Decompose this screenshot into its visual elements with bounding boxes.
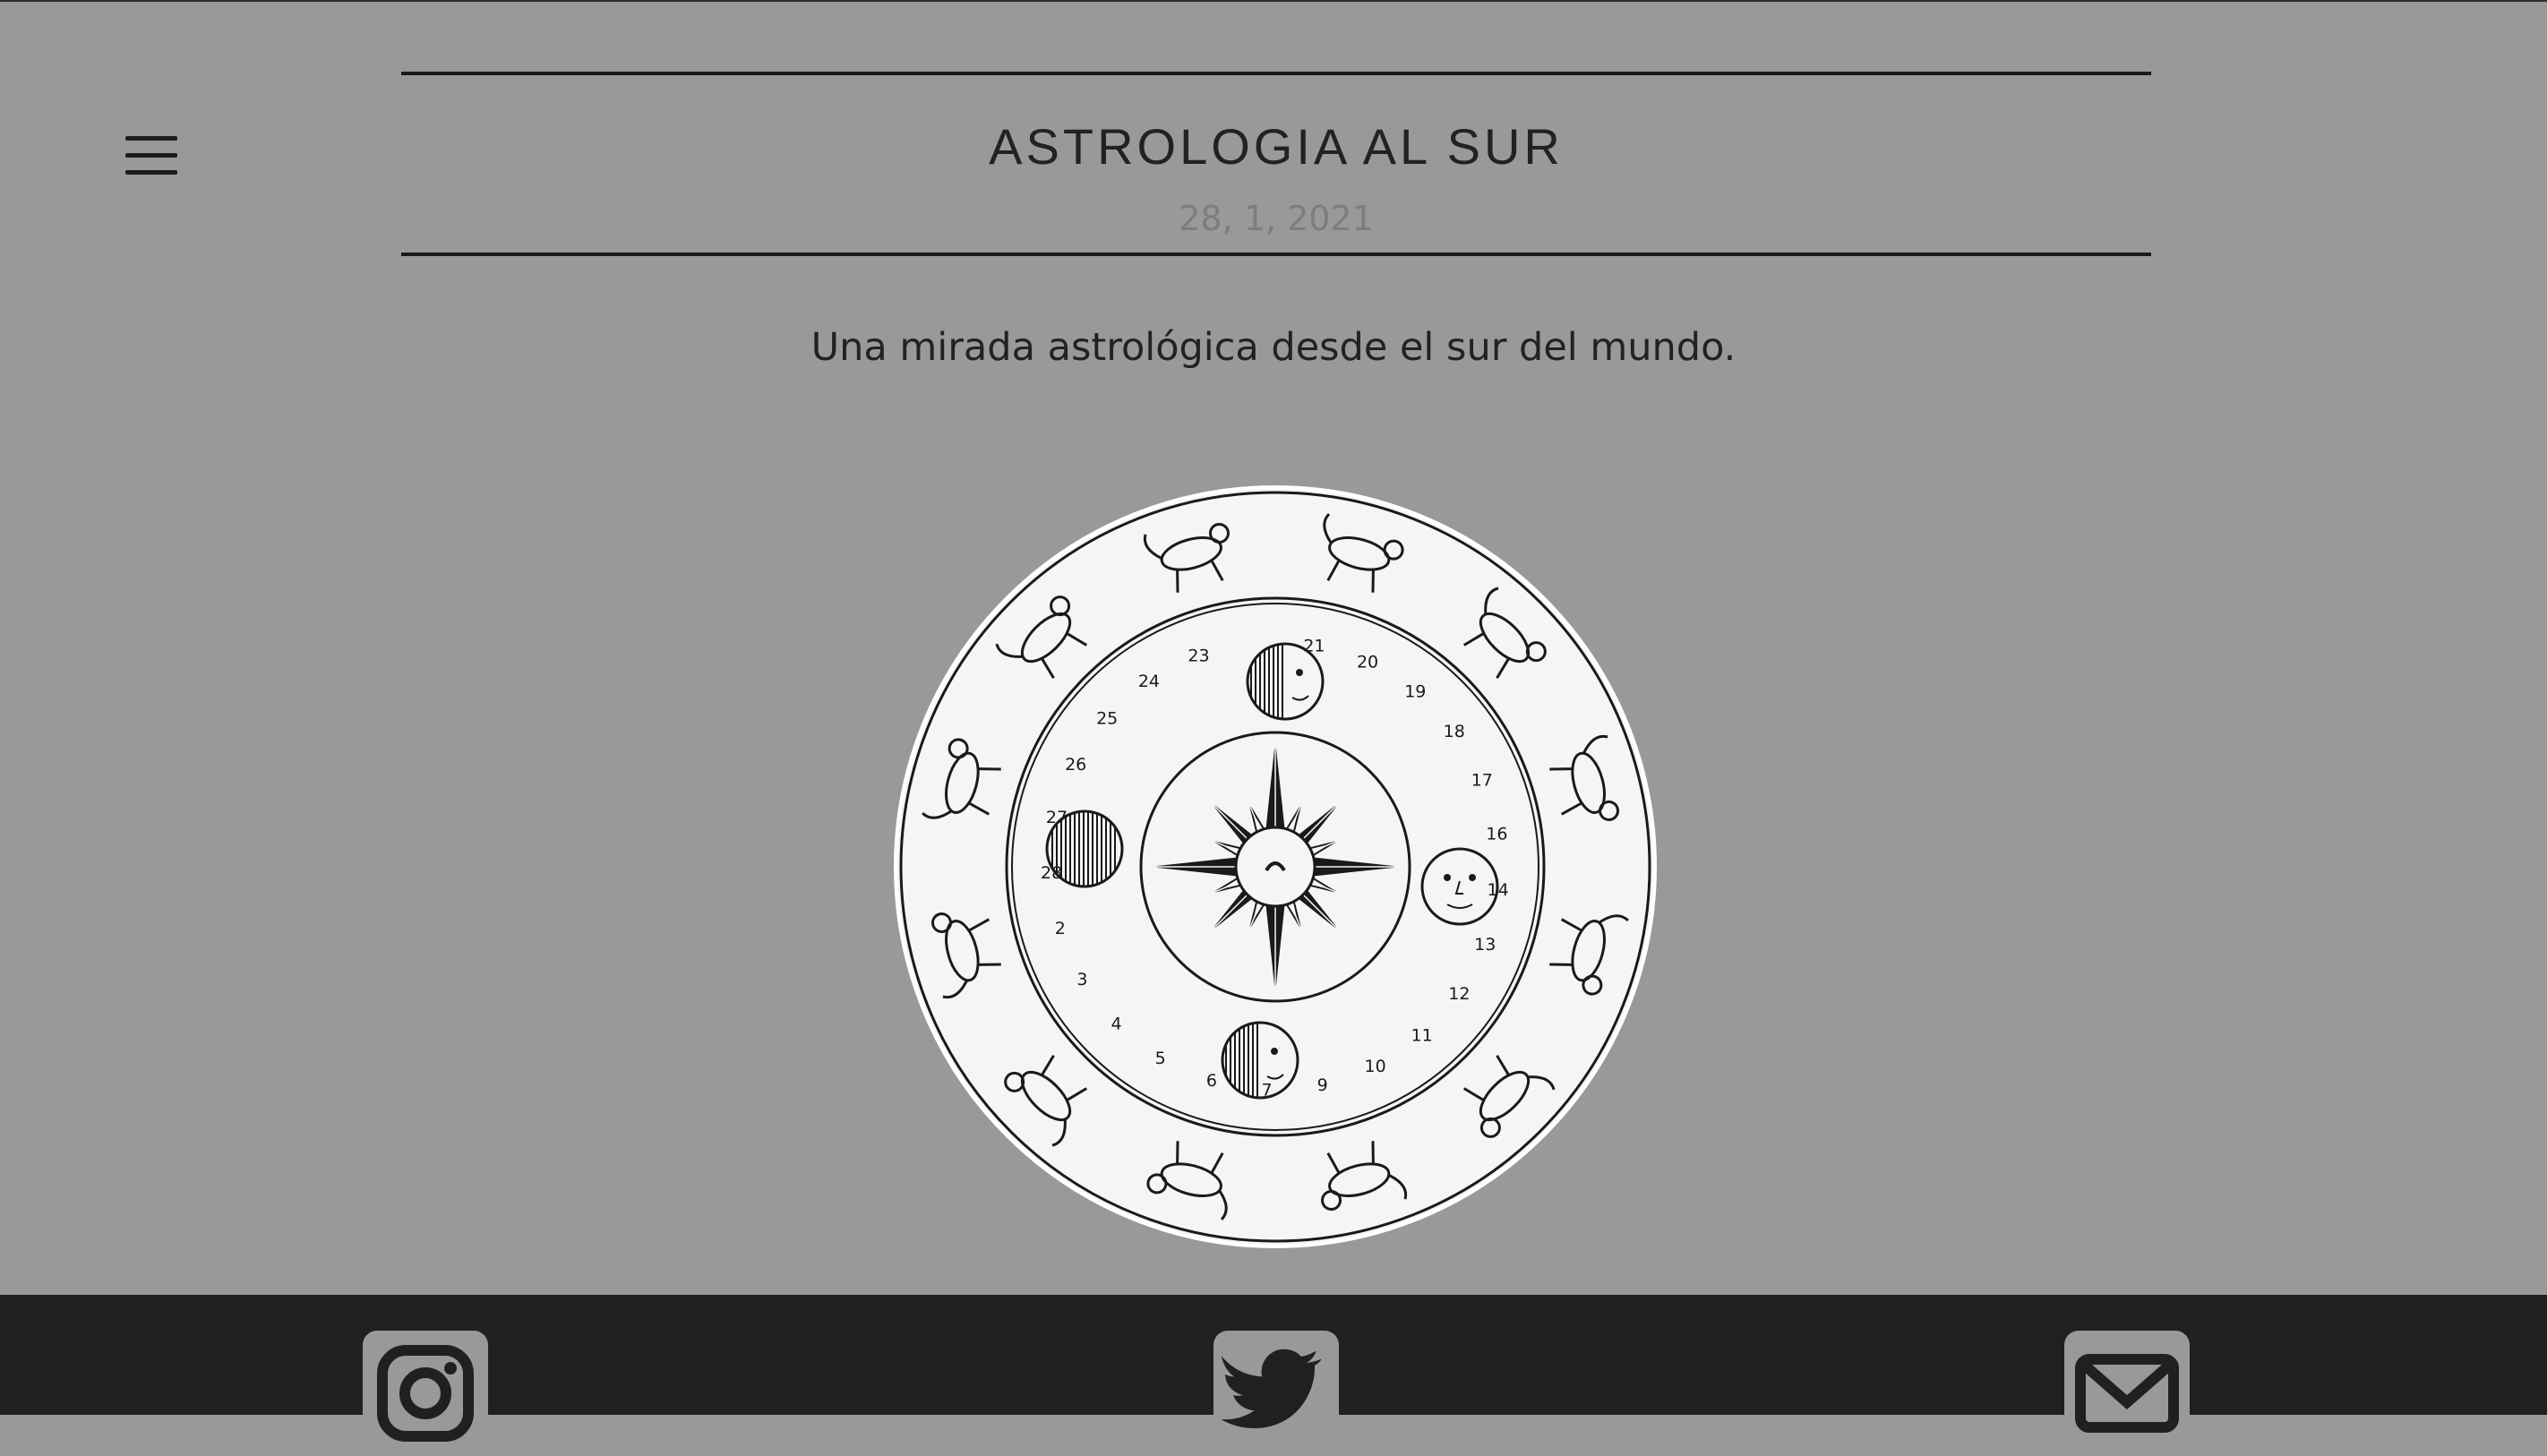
day-number: 28 [1041, 863, 1062, 883]
day-number: 14 [1487, 880, 1508, 900]
day-number: 11 [1411, 1026, 1432, 1046]
twitter-icon [1221, 1349, 1322, 1428]
day-number: 7 [1261, 1080, 1272, 1100]
day-number: 24 [1138, 672, 1160, 691]
post-date: 28, 1, 2021 [1179, 199, 1374, 238]
header-bottom-rule [401, 253, 2151, 256]
day-number: 19 [1404, 681, 1426, 701]
day-number: 21 [1303, 636, 1325, 655]
day-number: 4 [1111, 1015, 1122, 1034]
menu-bar [125, 170, 177, 175]
day-number: 12 [1448, 984, 1470, 1004]
day-number: 3 [1076, 970, 1087, 989]
site-title[interactable]: ASTROLOGIA AL SUR [401, 111, 2151, 183]
moon-phase-icon [1221, 1021, 1299, 1100]
zodiac-wheel-illustration: 21 20 19 18 17 16 14 13 12 11 10 9 7 6 5 4 3 2 28 27 26 25 24 2… [894, 485, 1657, 1248]
footer [0, 1295, 2547, 1456]
day-number: 13 [1474, 935, 1496, 955]
top-border [0, 0, 2547, 2]
mail-icon [2075, 1354, 2179, 1433]
tagline: Una mirada astrológica desde el sur del … [810, 325, 1737, 370]
header-top-rule [401, 72, 2151, 75]
moon-phase-icon [1420, 847, 1499, 926]
day-number: 10 [1365, 1057, 1386, 1076]
day-number: 17 [1471, 770, 1493, 790]
hamburger-menu-icon[interactable] [125, 133, 179, 179]
day-number: 9 [1317, 1075, 1328, 1095]
mail-link[interactable] [2064, 1331, 2190, 1456]
instagram-link[interactable] [363, 1331, 488, 1456]
twitter-link[interactable] [1213, 1331, 1339, 1456]
instagram-icon [377, 1345, 474, 1442]
day-number: 25 [1096, 708, 1118, 728]
day-number: 23 [1188, 647, 1209, 666]
day-number: 6 [1206, 1071, 1217, 1091]
menu-bar [125, 136, 177, 141]
day-number: 20 [1357, 653, 1378, 672]
menu-bar [125, 153, 177, 158]
day-number: 18 [1444, 722, 1465, 741]
day-number: 26 [1065, 755, 1086, 775]
day-number: 5 [1155, 1049, 1166, 1068]
day-number: 2 [1055, 919, 1066, 938]
day-number: 27 [1046, 808, 1068, 827]
day-number: 16 [1486, 825, 1507, 844]
